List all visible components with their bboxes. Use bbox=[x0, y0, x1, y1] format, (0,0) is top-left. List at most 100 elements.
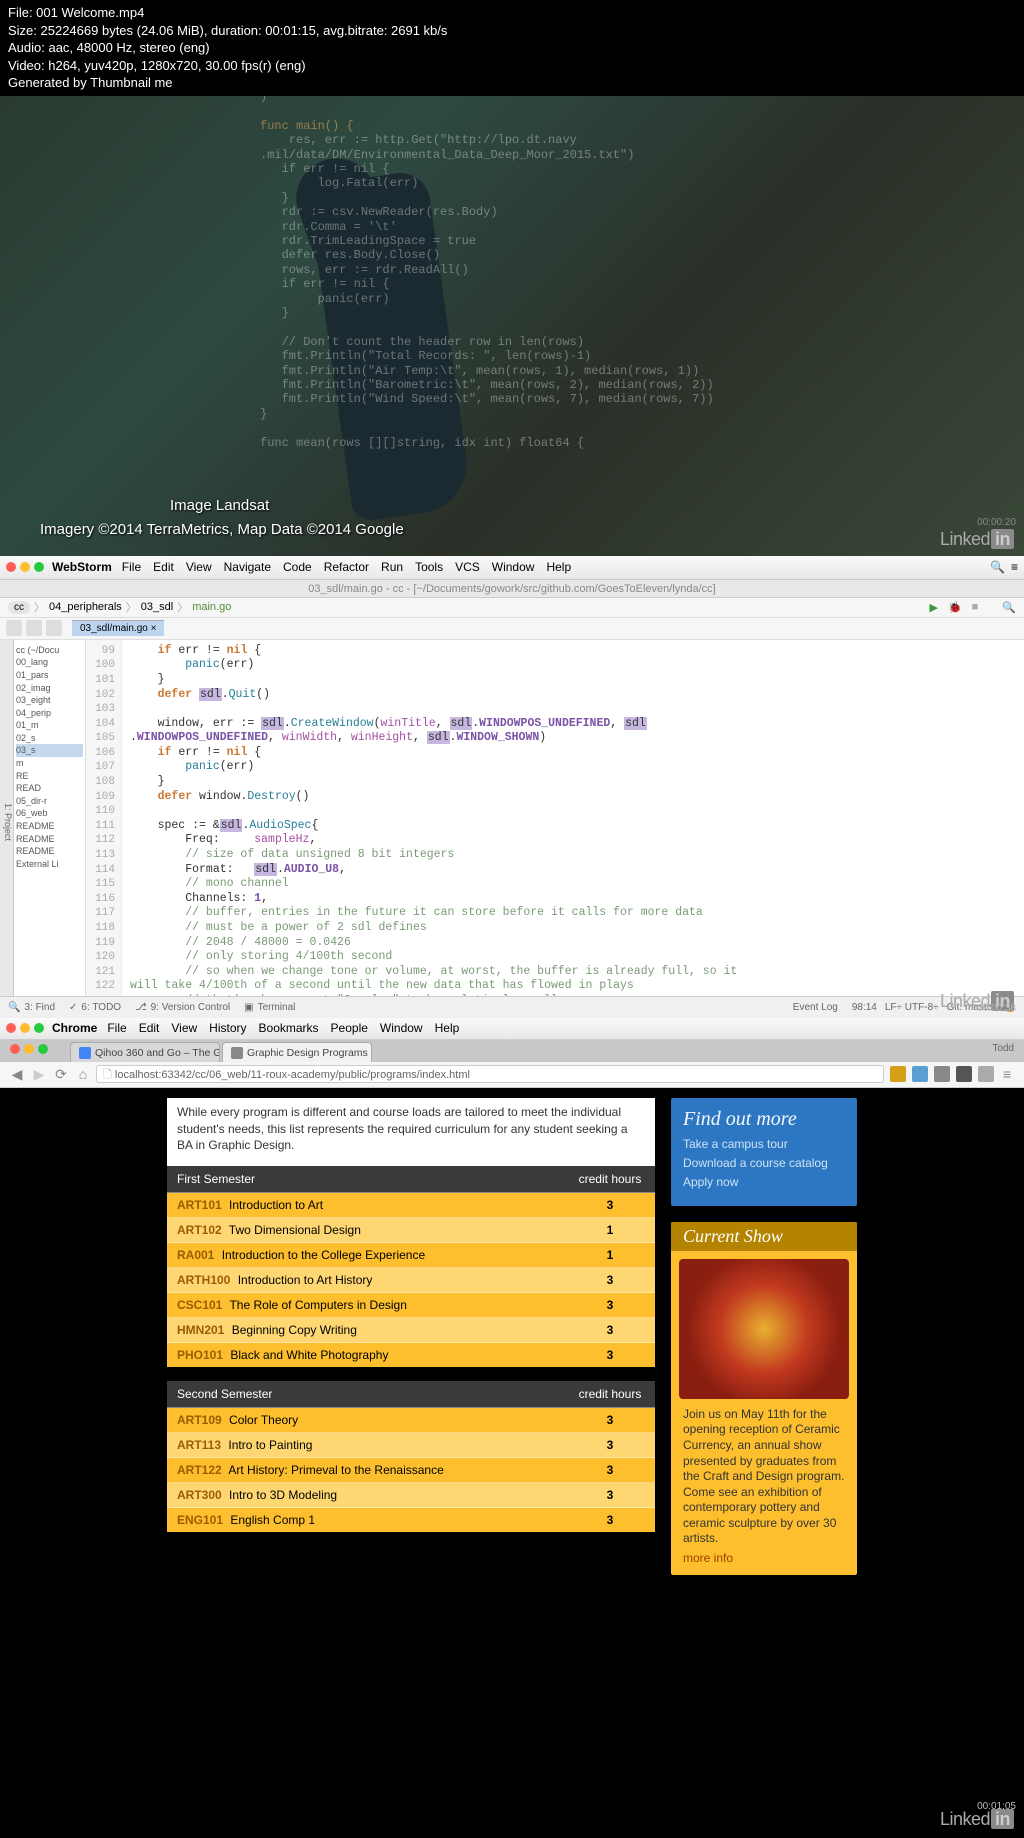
close-icon[interactable] bbox=[6, 562, 16, 572]
favicon-icon bbox=[79, 1047, 91, 1059]
home-icon[interactable]: ⌂ bbox=[74, 1065, 92, 1083]
menu-history[interactable]: History bbox=[209, 1021, 246, 1035]
page-viewport[interactable]: While every program is different and cou… bbox=[0, 1088, 1024, 1836]
menu-help[interactable]: Help bbox=[546, 560, 571, 574]
menu-view[interactable]: View bbox=[186, 560, 212, 574]
tree-item[interactable]: 05_dir-r bbox=[16, 795, 83, 808]
menu-run[interactable]: Run bbox=[381, 560, 403, 574]
table-row: ARTH100 Introduction to Art History3 bbox=[167, 1268, 655, 1293]
editor-tab[interactable]: 03_sdl/main.go × bbox=[72, 620, 164, 636]
tree-item[interactable]: README bbox=[16, 833, 83, 846]
tree-item[interactable]: m bbox=[16, 757, 83, 770]
menu-icon[interactable]: ≡ bbox=[998, 1065, 1016, 1083]
breadcrumb-item[interactable]: 04_peripherals bbox=[49, 601, 122, 613]
back-icon[interactable]: ◀ bbox=[8, 1065, 26, 1083]
reload-icon[interactable]: ⟳ bbox=[52, 1065, 70, 1083]
tree-item[interactable]: 02_imag bbox=[16, 682, 83, 695]
forward-icon[interactable]: ▶ bbox=[30, 1065, 48, 1083]
code-editor[interactable]: if err != nil { panic(err) } defer sdl.Q… bbox=[122, 640, 1024, 996]
menu-edit[interactable]: Edit bbox=[139, 1021, 160, 1035]
menu-tools[interactable]: Tools bbox=[415, 560, 443, 574]
semester-2-table: Second Semestercredit hours ART109 Color… bbox=[167, 1381, 655, 1532]
sidebar-heading: Find out more bbox=[683, 1108, 845, 1131]
meta-file: File: 001 Welcome.mp4 bbox=[8, 4, 1016, 22]
menu-window[interactable]: Window bbox=[492, 560, 535, 574]
side-tool-project[interactable]: 1: Project bbox=[0, 640, 14, 996]
back-icon[interactable] bbox=[6, 620, 22, 636]
menu-window[interactable]: Window bbox=[380, 1021, 423, 1035]
tree-item[interactable]: External Li bbox=[16, 858, 83, 871]
menu-view[interactable]: View bbox=[171, 1021, 197, 1035]
tool-terminal[interactable]: ▣Terminal bbox=[244, 1002, 295, 1013]
link-catalog[interactable]: Download a course catalog bbox=[683, 1156, 845, 1170]
tree-item[interactable]: cc (~/Docu bbox=[16, 644, 83, 657]
breadcrumb-item[interactable]: 03_sdl bbox=[141, 601, 173, 613]
meta-generator: Generated by Thumbnail me bbox=[8, 74, 1016, 92]
tool-todo[interactable]: ✓6: TODO bbox=[69, 1002, 121, 1013]
timecode: 00:01:05 bbox=[977, 1801, 1016, 1812]
browser-tab[interactable]: Qihoo 360 and Go – The G… bbox=[70, 1042, 220, 1062]
tree-item[interactable]: 06_web bbox=[16, 807, 83, 820]
menu-code[interactable]: Code bbox=[283, 560, 312, 574]
menu-icon[interactable]: ≡ bbox=[1011, 560, 1018, 574]
tree-item[interactable]: 01_m bbox=[16, 719, 83, 732]
tree-item[interactable]: 00_lang bbox=[16, 656, 83, 669]
menu-file[interactable]: File bbox=[122, 560, 141, 574]
menu-vcs[interactable]: VCS bbox=[455, 560, 480, 574]
browser-tab-active[interactable]: Graphic Design Programs bbox=[222, 1042, 372, 1062]
extension-icon[interactable] bbox=[890, 1066, 906, 1082]
project-tree[interactable]: cc (~/Docu 00_lang 01_pars 02_imag 03_ei… bbox=[14, 640, 86, 996]
link-campus-tour[interactable]: Take a campus tour bbox=[683, 1137, 845, 1151]
menu-refactor[interactable]: Refactor bbox=[324, 560, 369, 574]
debug-icon[interactable]: 🐞 bbox=[948, 601, 962, 614]
tree-item[interactable]: RE bbox=[16, 770, 83, 783]
gear-icon[interactable] bbox=[46, 620, 62, 636]
window-controls[interactable] bbox=[6, 1023, 44, 1033]
extension-icon[interactable] bbox=[956, 1066, 972, 1082]
close-icon[interactable] bbox=[6, 1023, 16, 1033]
menu-help[interactable]: Help bbox=[435, 1021, 460, 1035]
breadcrumb-item[interactable]: cc bbox=[8, 601, 30, 614]
search-icon[interactable]: 🔍 bbox=[1002, 601, 1016, 614]
tree-item[interactable]: 04_perip bbox=[16, 707, 83, 720]
table-row: CSC101 The Role of Computers in Design3 bbox=[167, 1293, 655, 1318]
extension-icon[interactable] bbox=[912, 1066, 928, 1082]
maximize-icon[interactable] bbox=[34, 562, 44, 572]
extension-icon[interactable] bbox=[978, 1066, 994, 1082]
menu-file[interactable]: File bbox=[107, 1021, 126, 1035]
minimize-icon[interactable] bbox=[24, 1044, 34, 1054]
tool-find[interactable]: 🔍3: Find bbox=[8, 1002, 55, 1013]
window-controls[interactable] bbox=[6, 562, 44, 572]
tree-item[interactable]: 02_s bbox=[16, 732, 83, 745]
menu-navigate[interactable]: Navigate bbox=[224, 560, 271, 574]
profile-label[interactable]: Todd bbox=[992, 1043, 1014, 1054]
tree-item-selected[interactable]: 03_s bbox=[16, 744, 83, 757]
stop-icon[interactable]: ■ bbox=[972, 601, 979, 613]
minimize-icon[interactable] bbox=[20, 562, 30, 572]
sidebar-heading: Current Show bbox=[671, 1222, 857, 1251]
more-info-link[interactable]: more info bbox=[671, 1547, 857, 1565]
menu-edit[interactable]: Edit bbox=[153, 560, 174, 574]
tree-item[interactable]: README bbox=[16, 845, 83, 858]
search-icon[interactable]: 🔍 bbox=[990, 560, 1005, 574]
breadcrumb-item[interactable]: main.go bbox=[192, 601, 231, 613]
maximize-icon[interactable] bbox=[38, 1044, 48, 1054]
event-log[interactable]: Event Log bbox=[793, 1002, 838, 1013]
menu-bookmarks[interactable]: Bookmarks bbox=[259, 1021, 319, 1035]
tree-item[interactable]: READ bbox=[16, 782, 83, 795]
maximize-icon[interactable] bbox=[34, 1023, 44, 1033]
run-icon[interactable]: ▶ bbox=[929, 601, 937, 614]
menu-people[interactable]: People bbox=[331, 1021, 368, 1035]
table-header: credit hours bbox=[565, 1381, 655, 1408]
tree-item[interactable]: 03_eight bbox=[16, 694, 83, 707]
url-input[interactable]: 🗋 localhost:63342/cc/06_web/11-roux-acad… bbox=[96, 1065, 884, 1083]
tree-item[interactable]: 01_pars bbox=[16, 669, 83, 682]
tree-item[interactable]: README bbox=[16, 820, 83, 833]
minimize-icon[interactable] bbox=[20, 1023, 30, 1033]
link-apply[interactable]: Apply now bbox=[683, 1175, 845, 1189]
extension-icon[interactable] bbox=[934, 1066, 950, 1082]
forward-icon[interactable] bbox=[26, 620, 42, 636]
close-icon[interactable] bbox=[10, 1044, 20, 1054]
encoding[interactable]: LF÷ UTF-8÷ bbox=[885, 1002, 939, 1013]
tool-vc[interactable]: ⎇9: Version Control bbox=[135, 1002, 230, 1013]
